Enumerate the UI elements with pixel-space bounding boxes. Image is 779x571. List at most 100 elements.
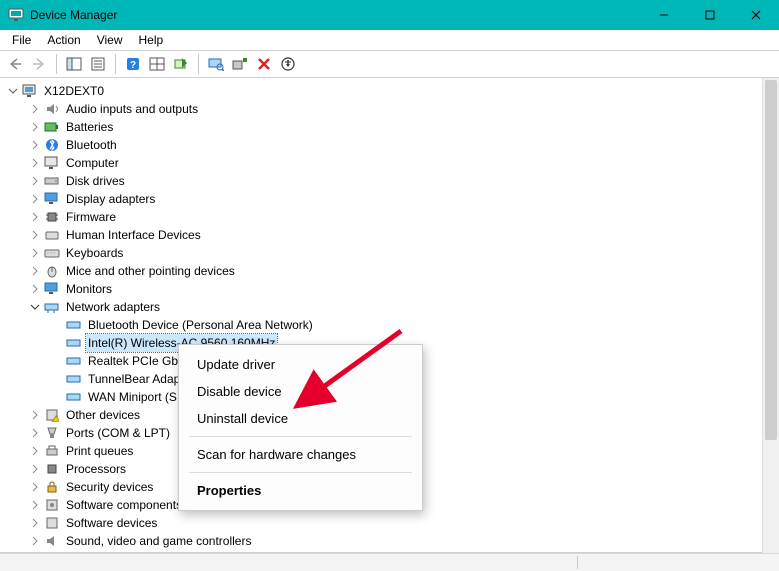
category-computer[interactable]: Computer <box>4 154 779 172</box>
chevron-right-icon[interactable] <box>28 228 42 242</box>
chevron-right-icon[interactable] <box>28 444 42 458</box>
category-label: Batteries <box>64 118 115 136</box>
category-label: Ports (COM & LPT) <box>64 424 172 442</box>
chevron-down-icon[interactable] <box>6 84 20 98</box>
category-keyboards[interactable]: Keyboards <box>4 244 779 262</box>
vertical-scrollbar[interactable] <box>762 78 779 553</box>
device-label: Realtek PCIe GbE <box>86 352 188 370</box>
context-update-driver[interactable]: Update driver <box>179 351 422 378</box>
category-label: Human Interface Devices <box>64 226 203 244</box>
toolbar: ? <box>0 50 779 78</box>
chevron-right-icon[interactable] <box>28 264 42 278</box>
chevron-right-icon[interactable] <box>28 102 42 116</box>
window-title: Device Manager <box>30 8 117 22</box>
add-legacy-button[interactable] <box>229 53 251 75</box>
minimize-button[interactable] <box>641 0 687 30</box>
category-hid[interactable]: Human Interface Devices <box>4 226 779 244</box>
disable-button[interactable] <box>277 53 299 75</box>
lock-icon <box>44 479 60 495</box>
category-label: Software devices <box>64 514 159 532</box>
svg-text:?: ? <box>130 60 136 71</box>
category-bluetooth[interactable]: Bluetooth <box>4 136 779 154</box>
chevron-right-icon[interactable] <box>28 516 42 530</box>
category-monitors[interactable]: Monitors <box>4 280 779 298</box>
uninstall-button[interactable] <box>253 53 275 75</box>
menu-action[interactable]: Action <box>39 32 88 48</box>
category-network-adapters[interactable]: Network adapters <box>4 298 779 316</box>
category-label: Firmware <box>64 208 118 226</box>
category-batteries[interactable]: Batteries <box>4 118 779 136</box>
category-label: Print queues <box>64 442 135 460</box>
network-adapter-icon <box>66 371 82 387</box>
properties-button[interactable] <box>87 53 109 75</box>
back-button[interactable] <box>4 53 26 75</box>
network-icon <box>44 299 60 315</box>
category-software-devices[interactable]: Software devices <box>4 514 779 532</box>
scrollbar-thumb[interactable] <box>765 80 777 440</box>
chevron-right-icon[interactable] <box>28 282 42 296</box>
context-uninstall-device[interactable]: Uninstall device <box>179 405 422 432</box>
category-disk-drives[interactable]: Disk drives <box>4 172 779 190</box>
chevron-right-icon[interactable] <box>28 210 42 224</box>
scan-hardware-button[interactable] <box>205 53 227 75</box>
help-button[interactable]: ? <box>122 53 144 75</box>
context-properties[interactable]: Properties <box>179 477 422 504</box>
monitor-icon <box>44 191 60 207</box>
chevron-down-icon[interactable] <box>28 300 42 314</box>
chevron-right-icon[interactable] <box>28 534 42 548</box>
menu-help[interactable]: Help <box>131 32 172 48</box>
disk-icon <box>44 173 60 189</box>
device-label: WAN Miniport (S <box>86 388 179 406</box>
software-icon <box>44 515 60 531</box>
desktop-icon <box>44 155 60 171</box>
category-firmware[interactable]: Firmware <box>4 208 779 226</box>
chevron-right-icon[interactable] <box>28 192 42 206</box>
category-label: Other devices <box>64 406 142 424</box>
chevron-right-icon[interactable] <box>28 408 42 422</box>
warning-icon <box>44 407 60 423</box>
tree-root-label: X12DEXT0 <box>42 82 106 100</box>
tree-root[interactable]: X12DEXT0 <box>4 82 779 100</box>
cpu-icon <box>44 461 60 477</box>
chevron-right-icon[interactable] <box>28 498 42 512</box>
chevron-right-icon[interactable] <box>28 120 42 134</box>
chevron-right-icon[interactable] <box>28 462 42 476</box>
component-icon <box>44 497 60 513</box>
category-display-adapters[interactable]: Display adapters <box>4 190 779 208</box>
action-grid-button[interactable] <box>146 53 168 75</box>
category-sound[interactable]: Sound, video and game controllers <box>4 532 779 550</box>
close-button[interactable] <box>733 0 779 30</box>
mouse-icon <box>44 263 60 279</box>
update-driver-button[interactable] <box>170 53 192 75</box>
category-mice[interactable]: Mice and other pointing devices <box>4 262 779 280</box>
category-label: Disk drives <box>64 172 127 190</box>
category-label: Security devices <box>64 478 155 496</box>
battery-icon <box>44 119 60 135</box>
maximize-button[interactable] <box>687 0 733 30</box>
chip-icon <box>44 209 60 225</box>
chevron-right-icon[interactable] <box>28 246 42 260</box>
chevron-right-icon[interactable] <box>28 138 42 152</box>
chevron-right-icon[interactable] <box>28 480 42 494</box>
chevron-right-icon[interactable] <box>28 156 42 170</box>
forward-button[interactable] <box>28 53 50 75</box>
speaker-icon <box>44 533 60 549</box>
menu-file[interactable]: File <box>4 32 39 48</box>
device-bt-pan[interactable]: Bluetooth Device (Personal Area Network) <box>4 316 779 334</box>
chevron-right-icon[interactable] <box>28 174 42 188</box>
context-disable-device[interactable]: Disable device <box>179 378 422 405</box>
menu-view[interactable]: View <box>89 32 131 48</box>
network-adapter-icon <box>66 389 82 405</box>
title-bar: Device Manager <box>0 0 779 30</box>
category-label: Processors <box>64 460 128 478</box>
category-label: Audio inputs and outputs <box>64 100 200 118</box>
context-scan-hardware[interactable]: Scan for hardware changes <box>179 441 422 468</box>
keyboard-icon <box>44 245 60 261</box>
device-manager-icon <box>8 7 24 23</box>
menu-bar: File Action View Help <box>0 30 779 50</box>
show-hide-console-button[interactable] <box>63 53 85 75</box>
statusbar-divider <box>577 556 578 569</box>
category-audio[interactable]: Audio inputs and outputs <box>4 100 779 118</box>
port-icon <box>44 425 60 441</box>
chevron-right-icon[interactable] <box>28 426 42 440</box>
